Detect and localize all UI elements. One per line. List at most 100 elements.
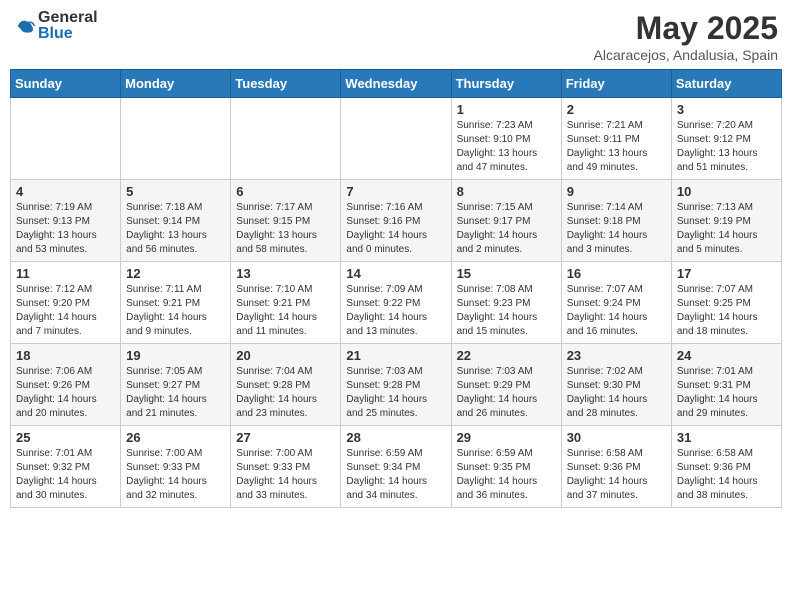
calendar-cell: 6 Sunrise: 7:17 AM Sunset: 9:15 PM Daylig…	[231, 180, 341, 262]
day-info: Sunrise: 7:11 AM Sunset: 9:21 PM Dayligh…	[126, 283, 225, 339]
day-info: Sunrise: 6:59 AM Sunset: 9:35 PM Dayligh…	[457, 447, 556, 503]
calendar-header-friday: Friday	[561, 70, 671, 98]
day-number: 31	[677, 430, 776, 445]
calendar-cell: 10 Sunrise: 7:13 AM Sunset: 9:19 PM Dayli…	[671, 180, 781, 262]
day-info: Sunrise: 7:00 AM Sunset: 9:33 PM Dayligh…	[236, 447, 335, 503]
day-info: Sunrise: 7:13 AM Sunset: 9:19 PM Dayligh…	[677, 201, 776, 257]
calendar-cell: 21 Sunrise: 7:03 AM Sunset: 9:28 PM Dayli…	[341, 344, 451, 426]
day-info: Sunrise: 7:15 AM Sunset: 9:17 PM Dayligh…	[457, 201, 556, 257]
day-info: Sunrise: 7:08 AM Sunset: 9:23 PM Dayligh…	[457, 283, 556, 339]
day-info: Sunrise: 7:17 AM Sunset: 9:15 PM Dayligh…	[236, 201, 335, 257]
calendar-cell: 18Sunrise: 7:06 AM Sunset: 9:26 PM Dayli…	[11, 344, 121, 426]
day-number: 5	[126, 184, 225, 199]
day-info: Sunrise: 7:12 AM Sunset: 9:20 PM Dayligh…	[16, 283, 115, 339]
calendar-cell: 11 Sunrise: 7:12 AM Sunset: 9:20 PM Dayli…	[11, 262, 121, 344]
day-info: Sunrise: 7:21 AM Sunset: 9:11 PM Dayligh…	[567, 119, 666, 175]
logo-blue-text: Blue	[38, 26, 98, 42]
day-number: 3	[677, 102, 776, 117]
calendar-week-1: 1 Sunrise: 7:23 AM Sunset: 9:10 PM Daylig…	[11, 98, 782, 180]
calendar-header-tuesday: Tuesday	[231, 70, 341, 98]
day-number: 24	[677, 348, 776, 363]
day-info: Sunrise: 6:58 AM Sunset: 9:36 PM Dayligh…	[677, 447, 776, 503]
calendar-week-4: 18Sunrise: 7:06 AM Sunset: 9:26 PM Dayli…	[11, 344, 782, 426]
day-info: Sunrise: 7:01 AM Sunset: 9:31 PM Dayligh…	[677, 365, 776, 421]
calendar-cell: 5Sunrise: 7:18 AM Sunset: 9:14 PM Daylig…	[121, 180, 231, 262]
day-number: 28	[346, 430, 445, 445]
day-number: 10	[677, 184, 776, 199]
day-info: Sunrise: 7:07 AM Sunset: 9:24 PM Dayligh…	[567, 283, 666, 339]
day-number: 20	[236, 348, 335, 363]
calendar-cell: 23 Sunrise: 7:02 AM Sunset: 9:30 PM Dayli…	[561, 344, 671, 426]
day-number: 25	[16, 430, 115, 445]
calendar-cell	[341, 98, 451, 180]
calendar-cell	[121, 98, 231, 180]
logo-text: General Blue	[38, 10, 98, 42]
day-number: 15	[457, 266, 556, 281]
calendar-cell: 20 Sunrise: 7:04 AM Sunset: 9:28 PM Dayli…	[231, 344, 341, 426]
day-info: Sunrise: 7:05 AM Sunset: 9:27 PM Dayligh…	[126, 365, 225, 421]
calendar-header-sunday: Sunday	[11, 70, 121, 98]
day-number: 29	[457, 430, 556, 445]
calendar-cell: 25 Sunrise: 7:01 AM Sunset: 9:32 PM Dayli…	[11, 426, 121, 508]
day-info: Sunrise: 7:19 AM Sunset: 9:13 PM Dayligh…	[16, 201, 115, 257]
calendar-cell: 13 Sunrise: 7:10 AM Sunset: 9:21 PM Dayli…	[231, 262, 341, 344]
page-header: General Blue May 2025 Alcaracejos, Andal…	[10, 10, 782, 63]
day-info: Sunrise: 7:07 AM Sunset: 9:25 PM Dayligh…	[677, 283, 776, 339]
calendar-cell: 14Sunrise: 7:09 AM Sunset: 9:22 PM Dayli…	[341, 262, 451, 344]
calendar-cell: 8 Sunrise: 7:15 AM Sunset: 9:17 PM Daylig…	[451, 180, 561, 262]
calendar-header-row: SundayMondayTuesdayWednesdayThursdayFrid…	[11, 70, 782, 98]
day-number: 13	[236, 266, 335, 281]
calendar-cell: 26Sunrise: 7:00 AM Sunset: 9:33 PM Dayli…	[121, 426, 231, 508]
day-info: Sunrise: 7:02 AM Sunset: 9:30 PM Dayligh…	[567, 365, 666, 421]
logo-general-text: General	[38, 10, 98, 26]
calendar-cell: 2 Sunrise: 7:21 AM Sunset: 9:11 PM Daylig…	[561, 98, 671, 180]
calendar-cell: 22Sunrise: 7:03 AM Sunset: 9:29 PM Dayli…	[451, 344, 561, 426]
day-number: 4	[16, 184, 115, 199]
calendar-cell: 12 Sunrise: 7:11 AM Sunset: 9:21 PM Dayli…	[121, 262, 231, 344]
calendar-header-thursday: Thursday	[451, 70, 561, 98]
title-block: May 2025 Alcaracejos, Andalusia, Spain	[594, 10, 778, 63]
calendar-cell: 28Sunrise: 6:59 AM Sunset: 9:34 PM Dayli…	[341, 426, 451, 508]
day-number: 11	[16, 266, 115, 281]
calendar-cell: 16Sunrise: 7:07 AM Sunset: 9:24 PM Dayli…	[561, 262, 671, 344]
logo-icon	[16, 16, 36, 36]
day-info: Sunrise: 7:23 AM Sunset: 9:10 PM Dayligh…	[457, 119, 556, 175]
day-number: 17	[677, 266, 776, 281]
calendar-cell: 17 Sunrise: 7:07 AM Sunset: 9:25 PM Dayli…	[671, 262, 781, 344]
day-info: Sunrise: 6:58 AM Sunset: 9:36 PM Dayligh…	[567, 447, 666, 503]
calendar-cell: 19 Sunrise: 7:05 AM Sunset: 9:27 PM Dayli…	[121, 344, 231, 426]
day-number: 19	[126, 348, 225, 363]
day-info: Sunrise: 7:09 AM Sunset: 9:22 PM Dayligh…	[346, 283, 445, 339]
calendar-cell: 29 Sunrise: 6:59 AM Sunset: 9:35 PM Dayli…	[451, 426, 561, 508]
calendar-cell: 7 Sunrise: 7:16 AM Sunset: 9:16 PM Daylig…	[341, 180, 451, 262]
day-number: 6	[236, 184, 335, 199]
month-year-title: May 2025	[594, 10, 778, 47]
calendar-cell: 4 Sunrise: 7:19 AM Sunset: 9:13 PM Daylig…	[11, 180, 121, 262]
day-info: Sunrise: 7:10 AM Sunset: 9:21 PM Dayligh…	[236, 283, 335, 339]
day-info: Sunrise: 7:03 AM Sunset: 9:28 PM Dayligh…	[346, 365, 445, 421]
calendar-header-wednesday: Wednesday	[341, 70, 451, 98]
calendar-cell: 30Sunrise: 6:58 AM Sunset: 9:36 PM Dayli…	[561, 426, 671, 508]
day-info: Sunrise: 7:04 AM Sunset: 9:28 PM Dayligh…	[236, 365, 335, 421]
calendar-cell: 31 Sunrise: 6:58 AM Sunset: 9:36 PM Dayli…	[671, 426, 781, 508]
day-number: 1	[457, 102, 556, 117]
day-info: Sunrise: 7:03 AM Sunset: 9:29 PM Dayligh…	[457, 365, 556, 421]
calendar-week-5: 25 Sunrise: 7:01 AM Sunset: 9:32 PM Dayli…	[11, 426, 782, 508]
calendar-cell: 24 Sunrise: 7:01 AM Sunset: 9:31 PM Dayli…	[671, 344, 781, 426]
location-subtitle: Alcaracejos, Andalusia, Spain	[594, 47, 778, 63]
calendar-header-saturday: Saturday	[671, 70, 781, 98]
calendar-table: SundayMondayTuesdayWednesdayThursdayFrid…	[10, 69, 782, 508]
calendar-header-monday: Monday	[121, 70, 231, 98]
day-info: Sunrise: 7:06 AM Sunset: 9:26 PM Dayligh…	[16, 365, 115, 421]
day-number: 21	[346, 348, 445, 363]
day-info: Sunrise: 7:20 AM Sunset: 9:12 PM Dayligh…	[677, 119, 776, 175]
day-number: 8	[457, 184, 556, 199]
calendar-cell: 1 Sunrise: 7:23 AM Sunset: 9:10 PM Daylig…	[451, 98, 561, 180]
day-number: 23	[567, 348, 666, 363]
day-number: 12	[126, 266, 225, 281]
day-number: 2	[567, 102, 666, 117]
day-info: Sunrise: 7:16 AM Sunset: 9:16 PM Dayligh…	[346, 201, 445, 257]
day-number: 26	[126, 430, 225, 445]
day-info: Sunrise: 7:01 AM Sunset: 9:32 PM Dayligh…	[16, 447, 115, 503]
day-number: 7	[346, 184, 445, 199]
